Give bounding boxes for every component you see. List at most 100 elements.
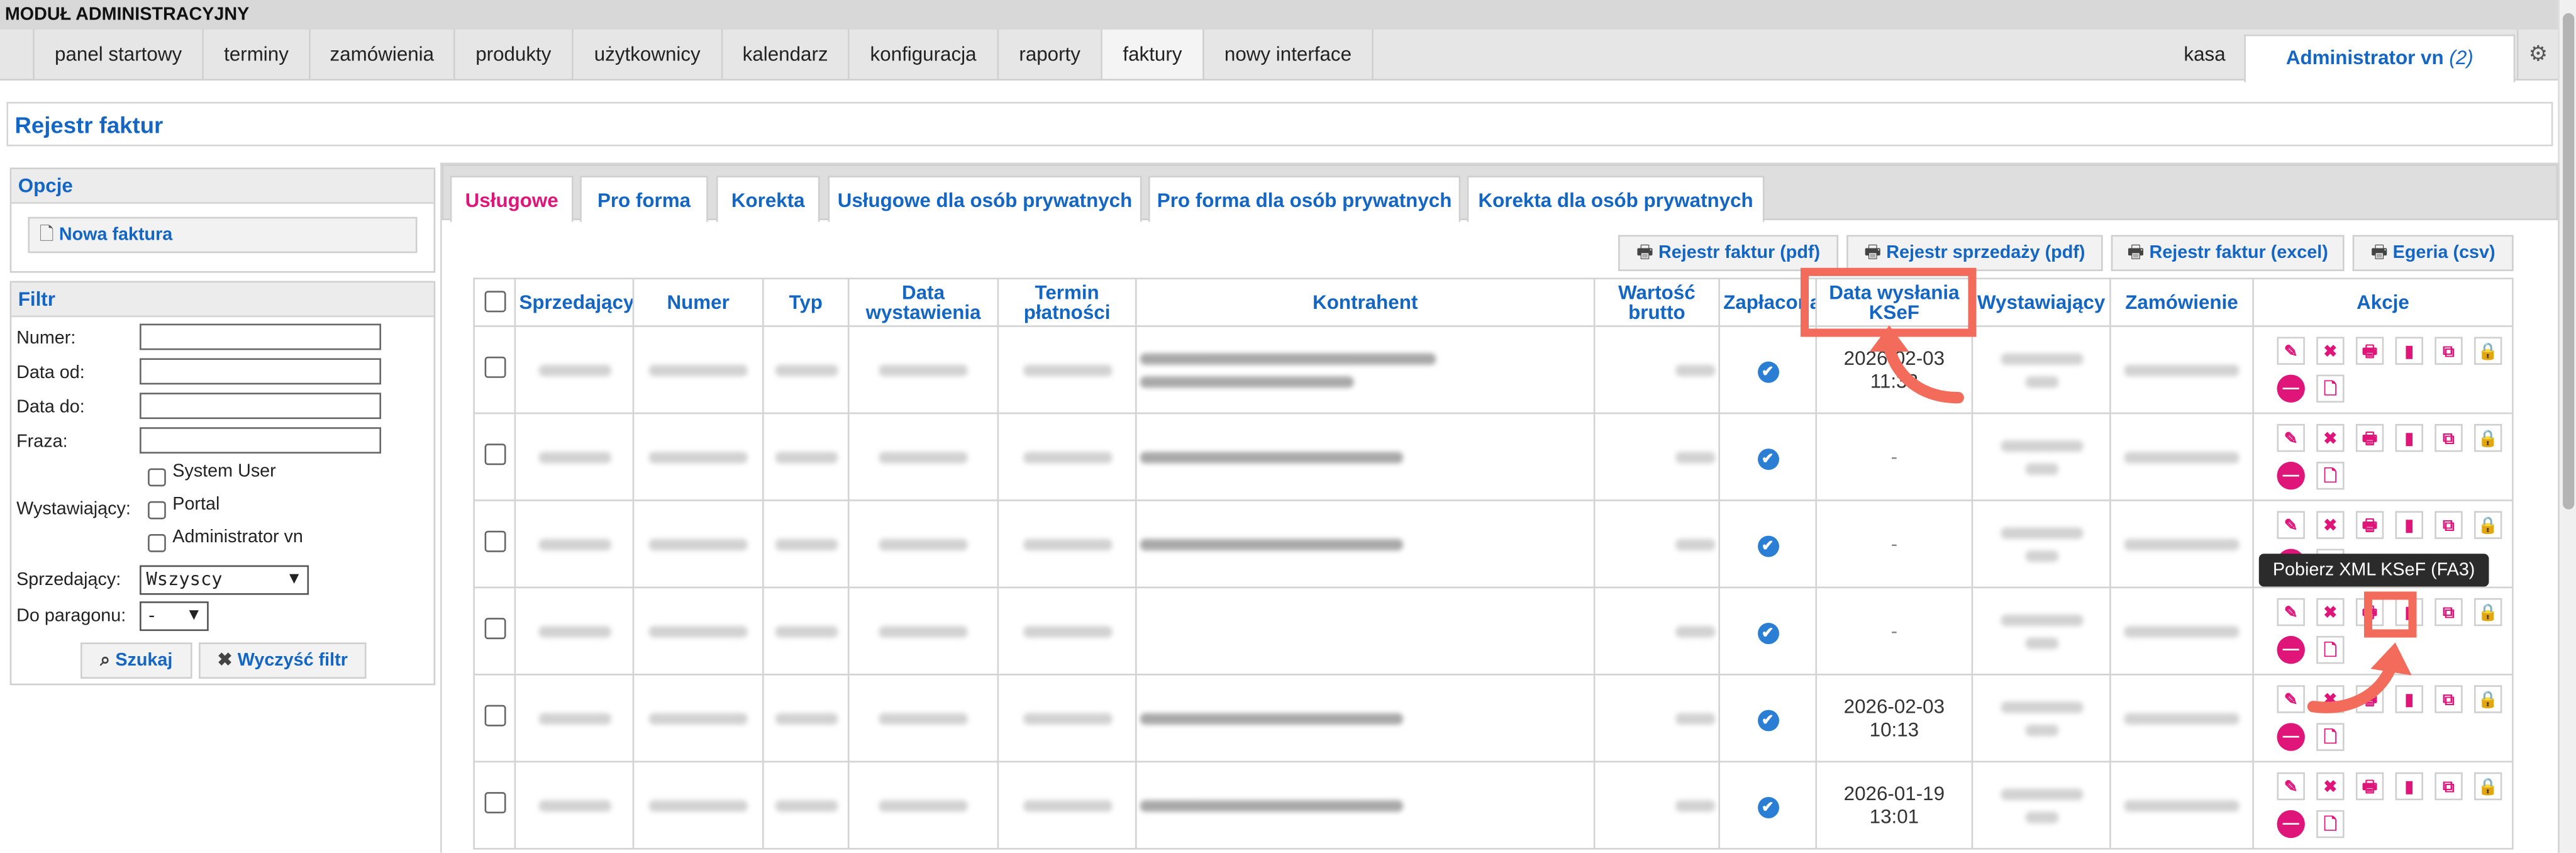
edit-icon[interactable]: ✎ xyxy=(2277,423,2305,452)
tab-pro-forma-prywatne[interactable]: Pro forma dla osób prywatnych xyxy=(1148,176,1461,222)
delete-icon[interactable]: ✖ xyxy=(2316,337,2345,365)
export-egeria-csv-button[interactable]: 🖶 Egeria (csv) xyxy=(2352,235,2514,272)
issuer-admin-checkbox[interactable] xyxy=(148,533,166,552)
copy-icon[interactable]: ⧉ xyxy=(2434,772,2463,801)
xml-ksef-icon[interactable]: ▮ xyxy=(2395,772,2423,801)
lock-icon[interactable]: 🔒 xyxy=(2473,598,2502,627)
data-od-input[interactable] xyxy=(140,358,382,385)
nav-kalendarz[interactable]: kalendarz xyxy=(721,30,848,79)
col-numer[interactable]: Numer xyxy=(632,277,764,327)
document-icon[interactable]: 🗋 xyxy=(2316,462,2345,490)
nav-raporty[interactable]: raporty xyxy=(997,30,1101,79)
delete-icon[interactable]: ✖ xyxy=(2316,511,2345,539)
numer-input[interactable] xyxy=(140,323,382,350)
data-do-input[interactable] xyxy=(140,393,382,420)
tab-uslugowe[interactable]: Usługowe xyxy=(450,176,574,222)
lock-icon[interactable]: 🔒 xyxy=(2473,685,2502,713)
xml-ksef-icon[interactable]: ▮ xyxy=(2395,423,2423,452)
select-all-header[interactable] xyxy=(473,277,516,327)
cell-numer[interactable] xyxy=(632,325,764,415)
col-wystawiajacy[interactable]: Wystawiający xyxy=(1971,277,2111,327)
nav-panel-startowy[interactable]: panel startowy xyxy=(33,30,203,79)
nav-faktury[interactable]: faktury xyxy=(1101,30,1203,79)
cell-numer[interactable] xyxy=(632,499,764,589)
document-icon[interactable]: 🗋 xyxy=(2316,810,2345,839)
export-register-pdf-button[interactable]: 🖶 Rejestr faktur (pdf) xyxy=(1618,235,1839,272)
cell-numer[interactable] xyxy=(632,674,764,763)
copy-icon[interactable]: ⧉ xyxy=(2434,423,2463,452)
row-checkbox-cell[interactable] xyxy=(473,761,516,850)
lock-icon[interactable]: 🔒 xyxy=(2473,511,2502,539)
row-checkbox[interactable] xyxy=(484,356,506,378)
row-checkbox-cell[interactable] xyxy=(473,586,516,676)
nav-produkty[interactable]: produkty xyxy=(453,30,572,79)
issuer-portal-checkbox[interactable] xyxy=(148,501,166,520)
row-checkbox[interactable] xyxy=(484,443,506,466)
row-checkbox-cell[interactable] xyxy=(473,412,516,501)
cell-zamowienie[interactable] xyxy=(2109,674,2254,763)
nav-konfiguracja[interactable]: konfiguracja xyxy=(847,30,997,79)
delete-icon[interactable]: ✖ xyxy=(2316,772,2345,801)
col-zamowienie[interactable]: Zamówienie xyxy=(2109,277,2254,327)
row-checkbox-cell[interactable] xyxy=(473,325,516,415)
print-icon[interactable]: 🖶 xyxy=(2355,337,2384,365)
gear-icon[interactable]: ⚙ xyxy=(2516,30,2558,79)
cell-zamowienie[interactable] xyxy=(2109,761,2254,850)
cell-zamowienie[interactable] xyxy=(2109,499,2254,589)
document-icon[interactable]: 🗋 xyxy=(2316,723,2345,751)
col-data-wystawienia[interactable]: Data wystawienia xyxy=(847,277,999,327)
row-checkbox[interactable] xyxy=(484,705,506,727)
export-register-excel-button[interactable]: 🖶 Rejestr faktur (excel) xyxy=(2111,235,2345,272)
select-all-checkbox[interactable] xyxy=(484,290,506,312)
cell-zamowienie[interactable] xyxy=(2109,412,2254,501)
lock-icon[interactable]: 🔒 xyxy=(2473,423,2502,452)
document-icon[interactable]: 🗋 xyxy=(2316,374,2345,403)
row-checkbox[interactable] xyxy=(484,792,506,814)
nav-uzytkownicy[interactable]: użytkownicy xyxy=(572,30,721,79)
delete-icon[interactable]: ✖ xyxy=(2316,598,2345,627)
lock-icon[interactable]: 🔒 xyxy=(2473,772,2502,801)
scrollbar-thumb[interactable] xyxy=(2563,13,2575,510)
nav-kasa[interactable]: kasa xyxy=(2172,30,2237,79)
edit-icon[interactable]: ✎ xyxy=(2277,598,2305,627)
fraza-input[interactable] xyxy=(140,427,382,454)
copy-icon[interactable]: ⧉ xyxy=(2434,511,2463,539)
nav-nowy-interface[interactable]: nowy interface xyxy=(1202,30,1374,79)
nav-zamowienia[interactable]: zamówienia xyxy=(309,30,453,79)
col-termin-platnosci[interactable]: Termin płatności xyxy=(997,277,1137,327)
lock-icon[interactable]: 🔒 xyxy=(2473,337,2502,365)
cell-zamowienie[interactable] xyxy=(2109,325,2254,415)
copy-icon[interactable]: ⧉ xyxy=(2434,598,2463,627)
col-wartosc-brutto[interactable]: Wartość brutto xyxy=(1593,277,1720,327)
nav-terminy[interactable]: terminy xyxy=(202,30,309,79)
copy-icon[interactable]: ⧉ xyxy=(2434,685,2463,713)
cell-numer[interactable] xyxy=(632,412,764,501)
cell-numer[interactable] xyxy=(632,586,764,676)
new-invoice-button[interactable]: 🗋 Nowa faktura xyxy=(28,216,418,254)
edit-icon[interactable]: ✎ xyxy=(2277,772,2305,801)
tab-korekta-prywatne[interactable]: Korekta dla osób prywatnych xyxy=(1467,176,1765,222)
issuer-system-user-checkbox[interactable] xyxy=(148,468,166,487)
col-sprzedajacy[interactable]: Sprzedający xyxy=(514,277,635,327)
cell-numer[interactable] xyxy=(632,761,764,850)
cancel-icon[interactable]: — xyxy=(2277,462,2305,490)
receipt-select[interactable]: - ▼ xyxy=(140,601,209,632)
col-typ[interactable]: Typ xyxy=(762,277,850,327)
col-kontrahent[interactable]: Kontrahent xyxy=(1135,277,1596,327)
cancel-icon[interactable]: — xyxy=(2277,810,2305,839)
export-sales-pdf-button[interactable]: 🖶 Rejestr sprzedaży (pdf) xyxy=(1846,235,2103,272)
seller-select[interactable]: Wszyscy ▼ xyxy=(140,565,309,595)
edit-icon[interactable]: ✎ xyxy=(2277,511,2305,539)
row-checkbox-cell[interactable] xyxy=(473,499,516,589)
tab-uslugowe-prywatne[interactable]: Usługowe dla osób prywatnych xyxy=(828,176,1142,222)
row-checkbox-cell[interactable] xyxy=(473,674,516,763)
cell-zamowienie[interactable] xyxy=(2109,586,2254,676)
user-menu[interactable]: Administrator vn (2) xyxy=(2244,34,2516,82)
page-scrollbar[interactable] xyxy=(2558,0,2576,853)
copy-icon[interactable]: ⧉ xyxy=(2434,337,2463,365)
row-checkbox[interactable] xyxy=(484,618,506,640)
tab-pro-forma[interactable]: Pro forma xyxy=(580,176,708,222)
tab-korekta[interactable]: Korekta xyxy=(716,176,820,222)
search-button[interactable]: ⌕ Szukaj xyxy=(80,642,192,679)
row-checkbox[interactable] xyxy=(484,530,506,552)
